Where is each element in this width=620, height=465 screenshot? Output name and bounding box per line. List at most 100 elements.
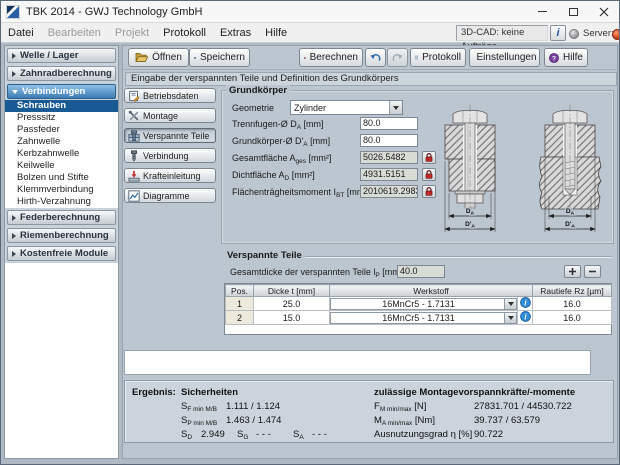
window-title: TBK 2014 - GWJ Technology GmbH — [26, 6, 202, 18]
grundkoerper-d-input[interactable]: 80.0 — [360, 134, 418, 147]
dicke-cell[interactable]: 15.0 — [254, 311, 330, 325]
dichtflaeche-lock-button[interactable] — [422, 168, 436, 181]
sidebar-group-verbindungen[interactable]: Verbindungen — [7, 84, 116, 99]
sidebar-group-federberechnung[interactable]: Federberechnung — [7, 210, 116, 225]
sidebar-item-passfeder[interactable]: Passfeder — [5, 124, 118, 136]
sidebar-group-zahnradberechnung[interactable]: Zahnradberechnung — [7, 66, 116, 81]
nav-betriebsdaten-button[interactable]: Betriebsdaten — [124, 88, 216, 103]
col-pos: Pos. — [226, 285, 254, 297]
redo-icon — [392, 52, 403, 63]
col-werkstoff: Werkstoff — [330, 285, 533, 297]
undo-icon — [370, 52, 381, 63]
sa-label: SA — [293, 429, 304, 441]
menu-extras[interactable]: Extras — [213, 25, 258, 41]
rautiefe-cell[interactable]: 16.0 — [533, 311, 612, 325]
maximize-button[interactable] — [558, 1, 588, 22]
verspannte-teile-legend: Verspannte Teile — [224, 250, 305, 261]
help-icon: ? — [549, 52, 559, 64]
grundkoerper-legend: Grundkörper — [226, 85, 290, 96]
verbindung-icon — [128, 150, 140, 162]
dropdown-arrow-icon[interactable] — [504, 299, 516, 309]
open-button[interactable]: Öffnen — [128, 48, 189, 67]
chevron-right-icon — [12, 233, 16, 239]
geometrie-select[interactable]: Zylinder — [290, 100, 403, 115]
sidebar-item-hirth-verzahnung[interactable]: Hirth-Verzahnung — [5, 196, 118, 208]
montage-icon — [128, 110, 140, 122]
message-area — [124, 350, 591, 375]
menu-hilfe[interactable]: Hilfe — [258, 25, 294, 41]
protocol-button[interactable]: Protokoll — [410, 48, 466, 67]
tapped-thread-diagram: DA D'A — [540, 105, 602, 232]
svg-text:DA: DA — [466, 208, 475, 217]
undo-button[interactable] — [365, 48, 386, 67]
sidebar-group-riemenberechnung[interactable]: Riemenberechnung — [7, 228, 116, 243]
werkstoff-select[interactable]: 16MnCr5 - 1.7131 — [330, 298, 517, 310]
werkstoff-select[interactable]: 16MnCr5 - 1.7131 — [330, 312, 517, 324]
close-button[interactable] — [589, 1, 619, 22]
nav-montage-button[interactable]: Montage — [124, 108, 216, 123]
nav-diagramme-button[interactable]: Diagramme — [124, 188, 216, 203]
cad-status-icon — [569, 29, 579, 39]
cad-info-button[interactable]: i — [550, 25, 566, 41]
nav-verspannte-teile-button[interactable]: Verspannte Teile — [124, 128, 216, 143]
sidebar-item-kerbzahnwelle[interactable]: Kerbzahnwelle — [5, 148, 118, 160]
help-button[interactable]: ? Hilfe — [544, 48, 588, 67]
dropdown-arrow-icon[interactable] — [389, 101, 402, 114]
trennfugen-label: Trennfugen-Ø DA [mm] — [232, 119, 324, 131]
menu-bearbeiten: Bearbeiten — [41, 25, 108, 41]
trennfugen-input[interactable]: 80.0 — [360, 117, 418, 130]
plus-icon — [568, 267, 577, 276]
minus-icon — [588, 267, 597, 276]
sidebar-item-presssitz[interactable]: Presssitz — [5, 112, 118, 124]
sg-value: - - - — [256, 429, 271, 440]
results-panel: Ergebnis: Sicherheiten SF min M/B 1.111 … — [124, 380, 614, 443]
grundkoerper-groupbox: Geometrie Zylinder Trennfugen-Ø DA [mm] … — [221, 90, 614, 244]
sd-value: 2.949 — [201, 429, 225, 440]
remove-row-button[interactable] — [584, 265, 601, 278]
menu-bar: Datei Bearbeiten Projekt Protokoll Extra… — [1, 23, 619, 43]
sidebar-item-schrauben[interactable]: Schrauben — [5, 100, 118, 112]
sidebar-group-kostenfreie-module[interactable]: Kostenfreie Module — [7, 246, 116, 261]
info-icon[interactable]: i — [520, 311, 531, 322]
nav-verbindung-button[interactable]: Verbindung — [124, 148, 216, 163]
server-label: Server: — [583, 28, 614, 39]
save-button[interactable]: Speichern — [189, 48, 250, 67]
document-icon — [415, 51, 418, 64]
gesamtdicke-field: 40.0 — [397, 265, 445, 278]
cad-status-box: 3D-CAD: keine Aufträge — [456, 25, 548, 41]
sidebar-item-klemmverbindung[interactable]: Klemmverbindung — [5, 184, 118, 196]
gesamtflaeche-label: Gesamtfläche Ages [mm²] — [232, 153, 332, 165]
sidebar-item-zahnwelle[interactable]: Zahnwelle — [5, 136, 118, 148]
lock-icon — [425, 187, 433, 196]
settings-button[interactable]: Einstellungen — [469, 48, 540, 67]
minimize-button[interactable] — [527, 1, 557, 22]
info-icon[interactable]: i — [520, 297, 531, 308]
server-status-icon — [612, 29, 620, 40]
through-bolt-diagram: DA D'A — [445, 105, 495, 232]
save-icon — [194, 52, 196, 64]
sidebar-item-bolzen-und-stifte[interactable]: Bolzen und Stifte — [5, 172, 118, 184]
dropdown-arrow-icon[interactable] — [504, 313, 516, 323]
table-row: 2 15.0 16MnCr5 - 1.7131 i 16.0 — [226, 311, 612, 325]
app-logo-icon — [6, 5, 20, 19]
chevron-right-icon — [12, 71, 16, 77]
sidebar-group-welle-lager[interactable]: Welle / Lager — [7, 48, 116, 63]
add-row-button[interactable] — [564, 265, 581, 278]
gesamtflaeche-lock-button[interactable] — [422, 151, 436, 164]
flaechentraegheitsmoment-lock-button[interactable] — [422, 185, 436, 198]
maximize-icon — [569, 8, 578, 16]
rautiefe-cell[interactable]: 16.0 — [533, 297, 612, 311]
nav-krafteinleitung-button[interactable]: Krafteinleitung — [124, 168, 216, 183]
verspannte-teile-table: Pos. Dicke t [mm] Werkstoff Rautiefe Rz … — [224, 283, 612, 335]
chevron-down-icon — [12, 90, 18, 94]
calculate-button[interactable]: Berechnen — [299, 48, 363, 67]
main-panel: Öffnen Speichern Berechnen Protokoll — [122, 45, 618, 459]
menu-protokoll[interactable]: Protokoll — [156, 25, 213, 41]
menu-datei[interactable]: Datei — [1, 25, 41, 41]
sp-value: 1.463 / 1.474 — [226, 415, 281, 426]
svg-text:D'A: D'A — [565, 221, 575, 230]
verspannte-teile-icon — [128, 130, 140, 142]
sidebar-item-keilwelle[interactable]: Keilwelle — [5, 160, 118, 172]
sg-label: SG — [237, 429, 248, 441]
dicke-cell[interactable]: 25.0 — [254, 297, 330, 311]
